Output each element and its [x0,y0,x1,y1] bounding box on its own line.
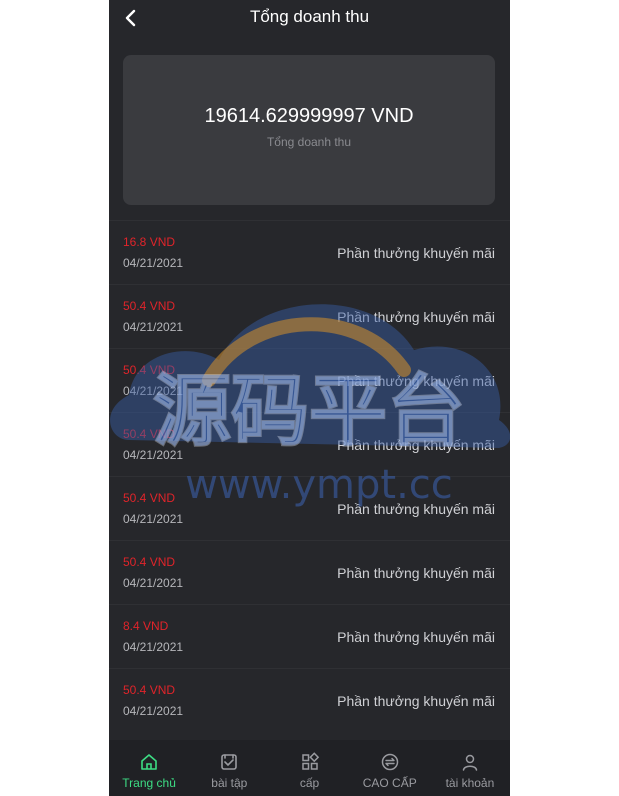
transaction-date: 04/21/2021 [123,384,184,398]
transaction-date: 04/21/2021 [123,704,184,718]
transaction-amount: 50.4 VND [123,427,176,441]
nav-item-tasks[interactable]: bài tập [189,740,269,796]
transaction-amount: 50.4 VND [123,299,176,313]
nav-label: tài khoản [445,776,495,790]
nav-item-home[interactable]: Trang chủ [109,740,189,796]
transaction-date: 04/21/2021 [123,256,184,270]
list-item[interactable]: 50.4 VND 04/21/2021 Phần thưởng khuyến m… [109,348,510,412]
total-revenue-label: Tổng doanh thu [266,135,352,149]
transaction-amount: 50.4 VND [123,363,176,377]
transaction-date: 04/21/2021 [123,576,184,590]
list-item[interactable]: 50.4 VND 04/21/2021 Phần thưởng khuyến m… [109,540,510,604]
nav-label: CAO CẤP [362,776,417,790]
list-item[interactable]: 50.4 VND 04/21/2021 Phần thưởng khuyến m… [109,412,510,476]
revenue-summary-card: 19614.629999997 VND Tổng doanh thu [123,55,495,205]
transaction-amount: 50.4 VND [123,683,176,697]
total-revenue-amount: 19614.629999997 VND [204,105,414,127]
list-item[interactable]: 50.4 VND 04/21/2021 Phần thưởng khuyến m… [109,284,510,348]
exchange-icon [381,753,398,771]
transaction-list: 16.8 VND 04/21/2021 Phần thưởng khuyến m… [109,220,510,732]
bottom-nav: Trang chủ bài tập cấp CAO CẤP tài khoản [109,740,510,796]
nav-label: cấp [299,776,320,790]
list-item[interactable]: 16.8 VND 04/21/2021 Phần thưởng khuyến m… [109,220,510,284]
page-title: Tổng doanh thu [249,7,370,26]
transaction-amount: 16.8 VND [123,235,176,249]
transaction-amount: 8.4 VND [123,619,169,633]
transaction-description: Phần thưởng khuyến mãi [337,437,495,453]
nav-label: Trang chủ [122,776,176,790]
home-icon [141,754,157,770]
transaction-amount: 50.4 VND [123,555,176,569]
transaction-description: Phần thưởng khuyến mãi [337,309,495,325]
nav-label: bài tập [211,776,248,790]
user-icon [462,754,478,771]
transaction-description: Phần thưởng khuyến mãi [337,629,495,645]
nav-item-account[interactable]: tài khoản [430,740,510,796]
nav-item-premium[interactable]: CAO CẤP [350,740,430,796]
nav-item-level[interactable]: cấp [269,740,349,796]
task-icon [221,754,238,770]
transaction-amount: 50.4 VND [123,491,176,505]
list-item[interactable]: 50.4 VND 04/21/2021 Phần thưởng khuyến m… [109,668,510,732]
list-item[interactable]: 50.4 VND 04/21/2021 Phần thưởng khuyến m… [109,476,510,540]
transaction-date: 04/21/2021 [123,320,184,334]
transaction-description: Phần thưởng khuyến mãi [337,245,495,261]
transaction-description: Phần thưởng khuyến mãi [337,565,495,581]
transaction-date: 04/21/2021 [123,640,184,654]
transaction-description: Phần thưởng khuyến mãi [337,693,495,709]
grid-icon [301,752,319,770]
transaction-date: 04/21/2021 [123,512,184,526]
transaction-description: Phần thưởng khuyến mãi [337,373,495,389]
header: Tổng doanh thu [109,0,510,36]
app-screen: Tổng doanh thu 19614.629999997 VND Tổng … [109,0,510,796]
transaction-date: 04/21/2021 [123,448,184,462]
transaction-description: Phần thưởng khuyến mãi [337,501,495,517]
list-item[interactable]: 8.4 VND 04/21/2021 Phần thưởng khuyến mã… [109,604,510,668]
